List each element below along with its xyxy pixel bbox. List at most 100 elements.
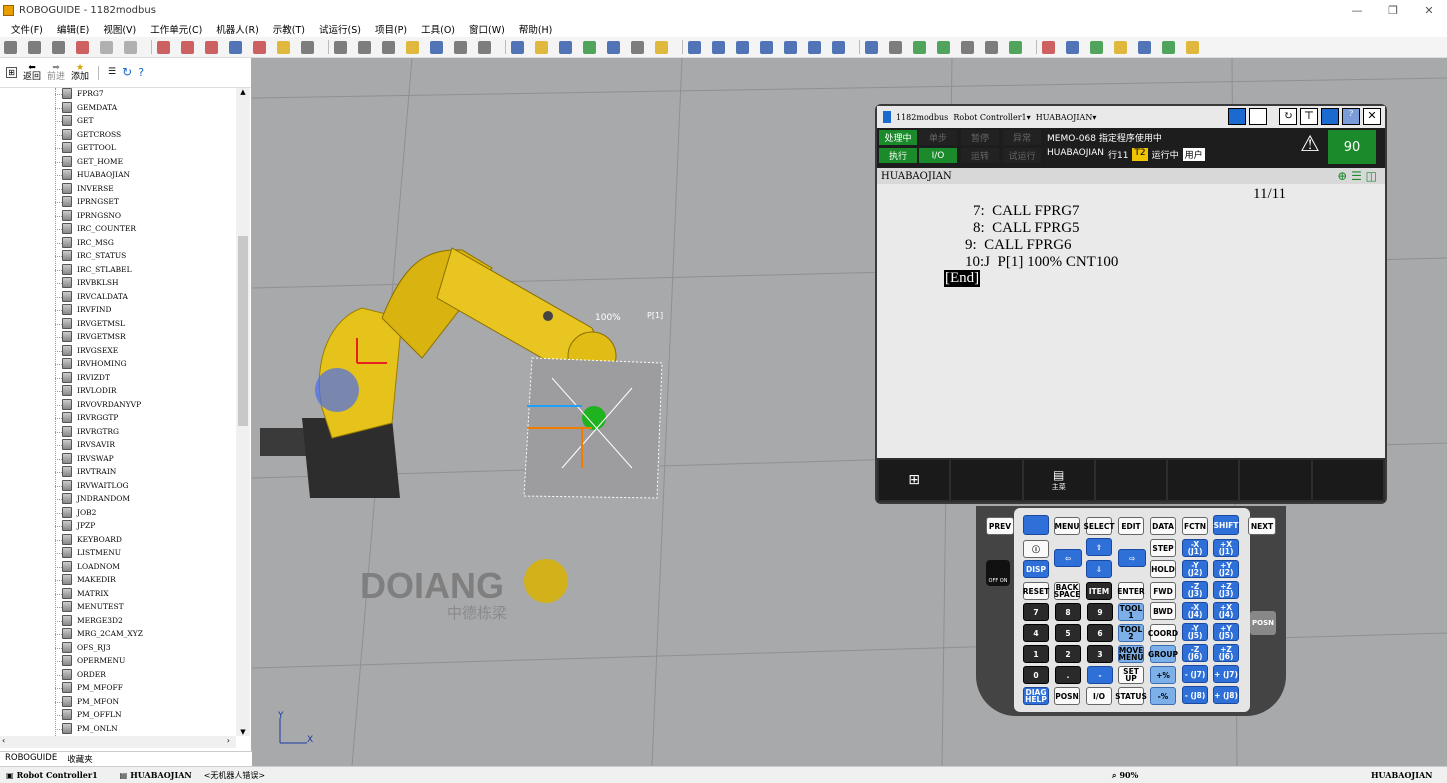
header-icons[interactable]: ⊕ ☰ ◫ (1337, 169, 1377, 183)
fkey-main-menu[interactable]: ▤ 主菜 (1023, 460, 1094, 500)
toolbar-tool-11-icon[interactable] (253, 40, 266, 54)
menu-teach[interactable]: 示教(T) (266, 22, 312, 36)
end-marker[interactable]: [End] (944, 270, 981, 287)
menu-key[interactable]: MENU (1054, 517, 1080, 535)
help-icon[interactable]: ? (138, 67, 144, 78)
tree-item[interactable]: GET_HOME (55, 155, 123, 169)
step-key[interactable]: STEP (1150, 539, 1176, 557)
jog-key-6[interactable]: +Z (J3) (1213, 581, 1239, 599)
toolbar-tool-36-icon[interactable] (889, 40, 902, 54)
numpad-key-0[interactable]: 0 (1023, 666, 1049, 684)
pendant-controller-select[interactable]: Robot Controller1 (953, 113, 1026, 122)
tree-item[interactable]: OPERMENU (55, 654, 125, 668)
toolbar-tool-32-icon[interactable] (784, 40, 797, 54)
tree-item[interactable]: IRC_MSG (55, 236, 114, 250)
toolbar-tool-15-icon[interactable] (358, 40, 371, 54)
toolbar-tool-45-icon[interactable] (1114, 40, 1127, 54)
fkey-6[interactable] (1240, 460, 1311, 500)
toolbar-tool-43-icon[interactable] (1066, 40, 1079, 54)
group-key[interactable]: GROUP (1148, 645, 1178, 663)
toolbar-tool-14-icon[interactable] (334, 40, 347, 54)
add-button[interactable]: ★ 添加 (71, 63, 89, 82)
numpad-key-3[interactable]: 3 (1087, 645, 1113, 663)
tree-item[interactable]: IRVFIND (55, 303, 112, 317)
menu-window[interactable]: 窗口(W) (462, 22, 512, 36)
forward-button[interactable]: ➡ 前进 (47, 63, 65, 82)
menu-test-run[interactable]: 试运行(S) (312, 22, 368, 36)
menu-edit[interactable]: 编辑(E) (50, 22, 96, 36)
program-editor[interactable]: 11/11 7: CALL FPRG7 8: CALL FPRG5 9: CAL… (877, 184, 1385, 458)
tree-item[interactable]: IRVCALDATA (55, 290, 128, 304)
data-key[interactable]: DATA (1150, 517, 1176, 535)
numpad-key--[interactable]: - (1087, 666, 1113, 684)
tab-favorites[interactable]: 收藏夹 (62, 752, 98, 766)
tree-item[interactable]: IRVLODIR (55, 384, 117, 398)
fkey-5[interactable] (1168, 460, 1239, 500)
jog-key-11[interactable]: -Z (J6) (1182, 644, 1208, 662)
hold-key[interactable]: HOLD (1150, 560, 1176, 578)
shift-key[interactable]: SHIFT (1213, 515, 1239, 535)
toolbar-tool-5-icon[interactable] (100, 40, 113, 54)
tree-item[interactable]: IRVGSEXE (55, 344, 118, 358)
tree-horizontal-scrollbar[interactable]: ‹ › (0, 736, 236, 748)
tree-item[interactable]: PM_OFFLN (55, 708, 122, 722)
program-line-10[interactable]: 10:J P[1] 100% CNT100 (965, 254, 1118, 271)
tree-item[interactable]: IRVSWAP (55, 452, 114, 466)
coord-key[interactable]: COORD (1148, 624, 1178, 642)
menu-project[interactable]: 项目(P) (368, 22, 414, 36)
posn-key[interactable]: POSN (1054, 687, 1080, 705)
toolbar-tool-25-icon[interactable] (607, 40, 620, 54)
toolbar-tool-6-icon[interactable] (124, 40, 137, 54)
toolbar-tool-37-icon[interactable] (913, 40, 926, 54)
toolbar-tool-3-icon[interactable] (52, 40, 65, 54)
tree-item[interactable]: PM_MFON (55, 695, 119, 709)
menu-file[interactable]: 文件(F) (4, 22, 50, 36)
info-key[interactable]: ⓘ (1023, 540, 1049, 558)
select-key[interactable]: SELECT (1083, 517, 1115, 535)
toolbar-tool-46-icon[interactable] (1138, 40, 1151, 54)
tree-item[interactable]: FPRG7 (55, 88, 104, 101)
reset-key[interactable]: RESET (1023, 582, 1049, 600)
toolbar-tool-4-icon[interactable] (76, 40, 89, 54)
pendant-view-icon[interactable] (1228, 108, 1246, 125)
jog-key-1[interactable]: -X (J1) (1182, 539, 1208, 557)
tree-item[interactable]: IPRNGSET (55, 195, 119, 209)
close-button[interactable]: ✕ (1411, 0, 1447, 21)
tree-item[interactable]: MATRIX (55, 587, 109, 601)
tree-item[interactable]: IRVRGTRG (55, 425, 119, 439)
toolbar-tool-35-icon[interactable] (865, 40, 878, 54)
prev-key[interactable]: PREV (986, 517, 1014, 535)
backspace-key[interactable]: BACK SPACE (1054, 582, 1080, 600)
tree-item[interactable]: IRVSAVIR (55, 438, 115, 452)
jog-key-4[interactable]: +Y (J2) (1213, 560, 1239, 578)
toolbar-tool-19-icon[interactable] (454, 40, 467, 54)
tree-item[interactable]: IRVBKLSH (55, 276, 119, 290)
toolbar-tool-2-icon[interactable] (28, 40, 41, 54)
enter-key[interactable]: ENTER (1117, 582, 1145, 600)
tree-item[interactable]: IRC_STATUS (55, 249, 126, 263)
numpad-key-.[interactable]: . (1055, 666, 1081, 684)
jog-key-3[interactable]: -Y (J2) (1182, 560, 1208, 578)
toolbar-tool-12-icon[interactable] (277, 40, 290, 54)
numpad-key-4[interactable]: 4 (1023, 624, 1049, 642)
fkey-7[interactable] (1312, 460, 1383, 500)
jog-key-5[interactable]: -Z (J3) (1182, 581, 1208, 599)
tree-item[interactable]: ORDER (55, 668, 106, 682)
left-arrow-key[interactable]: ⇦ (1054, 549, 1082, 567)
tree-item[interactable]: IRVOVRDANYVP (55, 398, 141, 412)
tree-item[interactable]: MRG_2CAM_XYZ (55, 627, 143, 641)
setup-key[interactable]: SET UP (1118, 666, 1144, 684)
tree-item[interactable]: IRVIZDT (55, 371, 110, 385)
tree-item[interactable]: MENUTEST (55, 600, 124, 614)
toolbar-tool-9-icon[interactable] (205, 40, 218, 54)
pendant-close-icon[interactable]: ✕ (1363, 108, 1381, 125)
menu-tools[interactable]: 工具(O) (414, 22, 462, 36)
minimize-button[interactable]: — (1339, 0, 1375, 21)
toolbar-tool-48-icon[interactable] (1186, 40, 1199, 54)
menu-help[interactable]: 帮助(H) (512, 22, 560, 36)
refresh-icon[interactable]: ↻ (122, 66, 132, 78)
tree-item[interactable]: GETCROSS (55, 128, 121, 142)
toolbar-tool-39-icon[interactable] (961, 40, 974, 54)
up-arrow-key[interactable]: ⇧ (1086, 538, 1112, 556)
tool1-key[interactable]: TOOL 1 (1118, 603, 1144, 621)
